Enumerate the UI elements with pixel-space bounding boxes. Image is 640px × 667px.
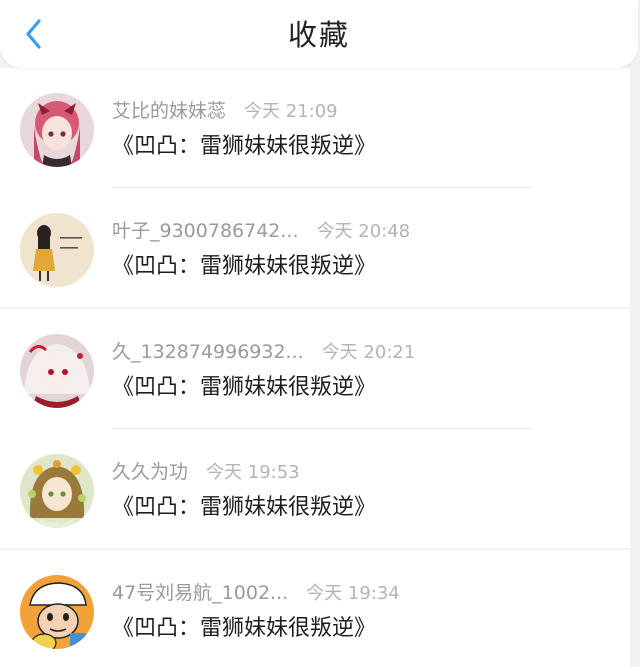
list-item[interactable]: 久久为功 今天 19:53 《凹凸：雷狮妹妹很叛逆》 xyxy=(0,429,630,548)
timestamp: 今天 19:34 xyxy=(306,583,400,604)
username[interactable]: 47号刘易航_1002... xyxy=(112,579,288,607)
item-meta: 叶子_9300786742... 今天 20:48 xyxy=(112,217,410,245)
avatar[interactable] xyxy=(20,213,94,287)
timestamp: 今天 20:48 xyxy=(316,221,411,242)
book-title[interactable]: 《凹凸：雷狮妹妹很叛逆》 xyxy=(112,613,376,645)
list-item[interactable]: 叶子_9300786742... 今天 20:48 《凹凸：雷狮妹妹很叛逆》 xyxy=(0,188,630,307)
item-meta: 艾比的妹妹蕊 今天 21:09 xyxy=(112,97,338,125)
book-title[interactable]: 《凹凸：雷狮妹妹很叛逆》 xyxy=(112,131,376,163)
list-item[interactable]: 47号刘易航_1002... 今天 19:34 《凹凸：雷狮妹妹很叛逆》 xyxy=(0,550,630,667)
favorites-list: 艾比的妹妹蕊 今天 21:09 《凹凸：雷狮妹妹很叛逆》 叶子_93007867… xyxy=(0,68,640,667)
avatar-drawn-girl-yellow-dress-icon xyxy=(20,213,94,287)
book-title[interactable]: 《凹凸：雷狮妹妹很叛逆》 xyxy=(112,492,376,524)
avatar-anime-pink-hair-icon xyxy=(20,93,94,167)
book-title[interactable]: 《凹凸：雷狮妹妹很叛逆》 xyxy=(112,372,376,404)
avatar-cartoon-boy-icon xyxy=(20,575,94,649)
item-meta: 久_132874996932... 今天 20:21 xyxy=(112,338,415,366)
favorites-screen: 收藏 艾比的妹妹蕊 今天 21:09 《凹凸：雷狮妹妹很叛逆》 叶子_93007… xyxy=(0,0,640,667)
username[interactable]: 久久为功 xyxy=(112,458,188,486)
avatar[interactable] xyxy=(20,93,94,167)
avatar-anime-girl-flowers-icon xyxy=(20,454,94,528)
avatar[interactable] xyxy=(20,575,94,649)
avatar[interactable] xyxy=(20,334,94,408)
avatar-anime-white-hair-red-icon xyxy=(20,334,94,408)
avatar[interactable] xyxy=(20,454,94,528)
book-title[interactable]: 《凹凸：雷狮妹妹很叛逆》 xyxy=(112,251,376,283)
username[interactable]: 久_132874996932... xyxy=(112,338,304,366)
list-item[interactable]: 艾比的妹妹蕊 今天 21:09 《凹凸：雷狮妹妹很叛逆》 xyxy=(0,68,630,187)
username[interactable]: 艾比的妹妹蕊 xyxy=(112,97,226,125)
list-item[interactable]: 久_132874996932... 今天 20:21 《凹凸：雷狮妹妹很叛逆》 xyxy=(0,309,630,428)
item-meta: 久久为功 今天 19:53 xyxy=(112,458,300,486)
timestamp: 今天 20:21 xyxy=(321,342,416,363)
header-bar: 收藏 xyxy=(0,0,638,68)
timestamp: 今天 19:53 xyxy=(206,462,300,483)
username[interactable]: 叶子_9300786742... xyxy=(112,217,299,245)
timestamp: 今天 21:09 xyxy=(244,101,338,122)
item-meta: 47号刘易航_1002... 今天 19:34 xyxy=(112,579,400,607)
page-title: 收藏 xyxy=(287,18,350,52)
